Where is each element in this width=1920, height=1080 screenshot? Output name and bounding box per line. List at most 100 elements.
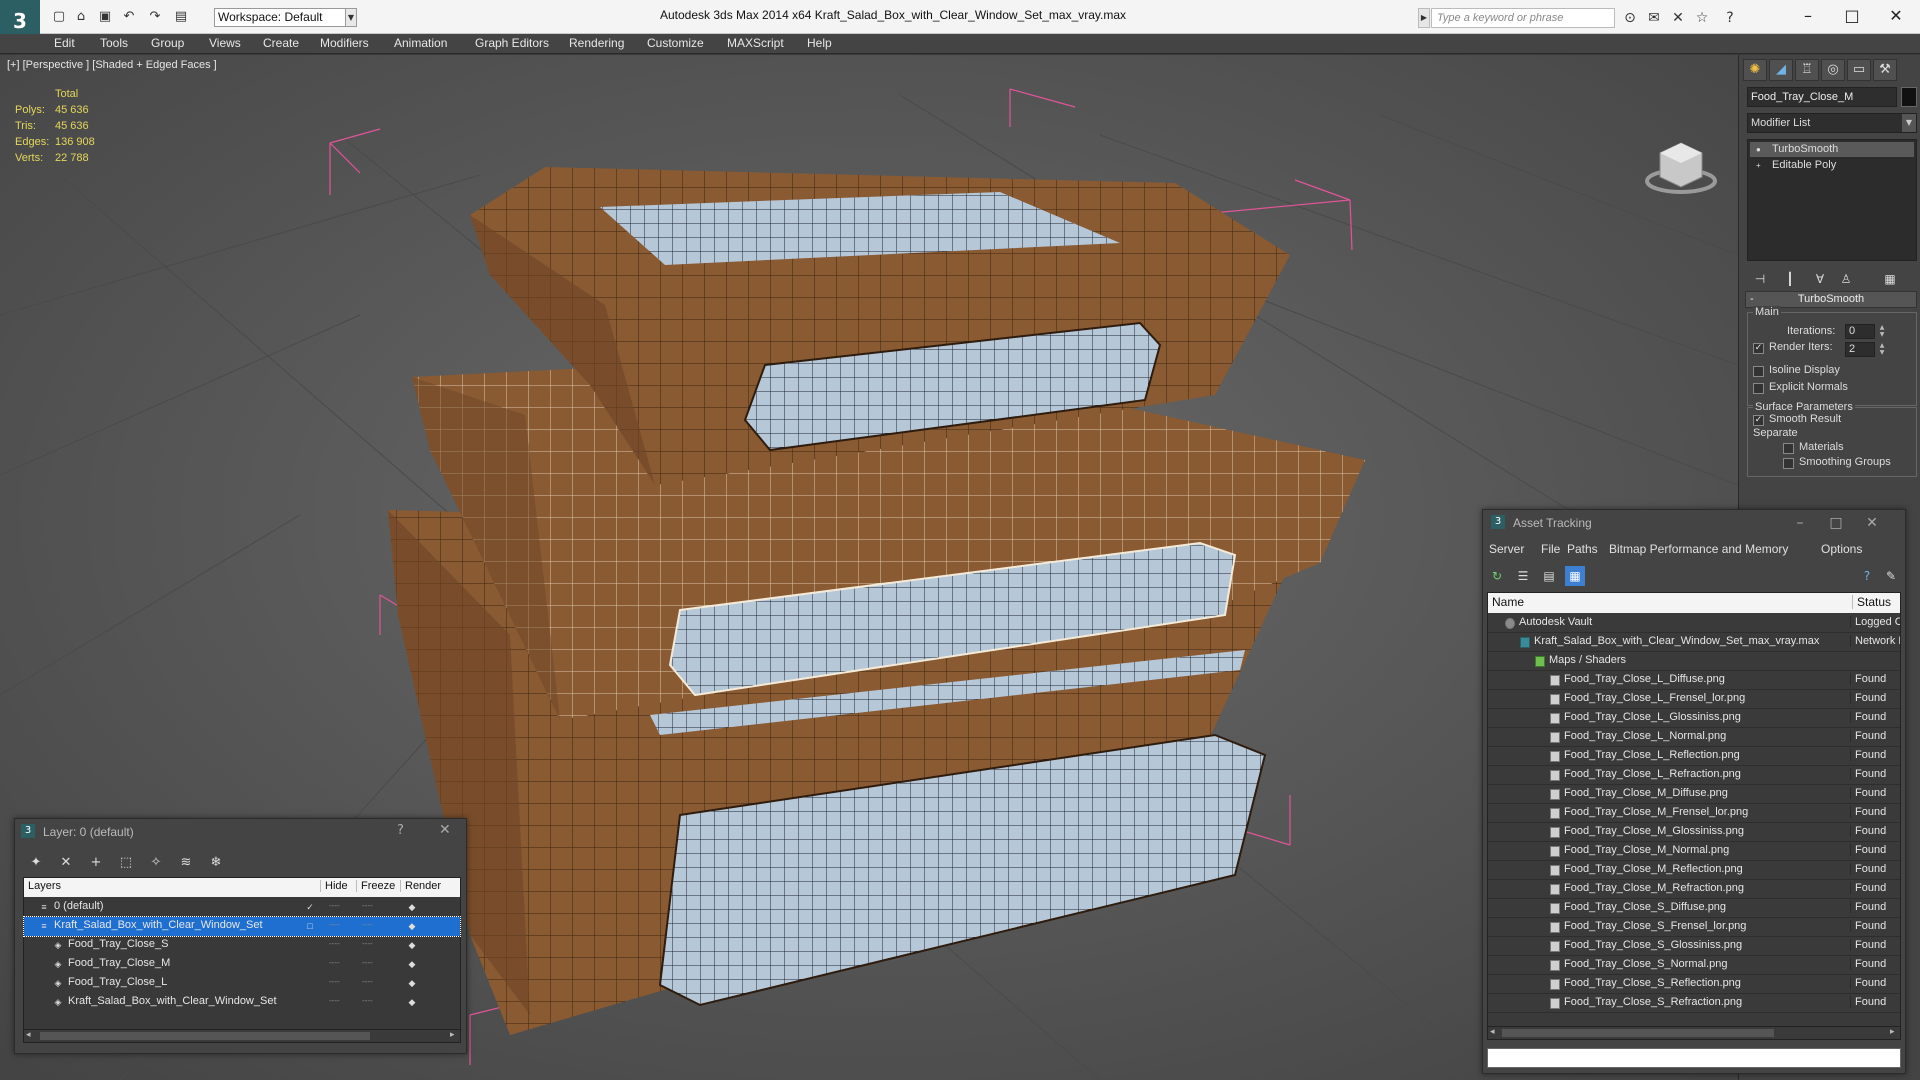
hide-toggle[interactable]: ---- (329, 940, 343, 948)
create-layer-icon[interactable]: ✦ (25, 853, 47, 873)
freeze-toggle[interactable]: ---- (362, 902, 376, 910)
new-scene-icon[interactable]: ▢ (50, 8, 68, 26)
asset-row[interactable]: Food_Tray_Close_M_Frensel_lor.png Found (1488, 804, 1900, 823)
hide-all-layers-icon[interactable]: ≋ (175, 853, 197, 873)
asset-row[interactable]: Maps / Shaders (1488, 652, 1900, 671)
hide-toggle[interactable]: ---- (329, 978, 343, 986)
scrollbar-thumb[interactable] (40, 1032, 370, 1040)
asset-row[interactable]: Food_Tray_Close_M_Diffuse.png Found (1488, 785, 1900, 804)
object-name-field[interactable]: Food_Tray_Close_M (1747, 87, 1897, 107)
close-button[interactable]: ✕ (439, 822, 451, 838)
menu-views[interactable]: Views (209, 36, 241, 50)
add-to-layer-icon[interactable]: + (85, 853, 107, 873)
spinner-arrows-icon[interactable]: ▲ ▼ (1877, 324, 1887, 339)
smooth-result-checkbox[interactable]: ✓ (1753, 415, 1764, 426)
minimize-button[interactable]: – (1788, 4, 1828, 28)
layer-row[interactable]: ◈ Food_Tray_Close_L ---- ---- ◆ (24, 974, 460, 993)
current-layer-check-icon[interactable]: ✓ (304, 901, 316, 913)
select-objects-icon[interactable]: ⬚ (115, 853, 137, 873)
utilities-tab-icon[interactable]: ⚒ (1873, 59, 1897, 81)
asset-row[interactable]: Food_Tray_Close_S_Normal.png Found (1488, 956, 1900, 975)
freeze-all-layers-icon[interactable]: ❄ (205, 853, 227, 873)
hierarchy-tab-icon[interactable]: ♖ (1795, 59, 1819, 81)
asset-row[interactable]: Food_Tray_Close_S_Diffuse.png Found (1488, 899, 1900, 918)
configure-sets-icon[interactable]: ▦ (1879, 270, 1901, 288)
menu-animation[interactable]: Animation (394, 36, 447, 50)
highlight-icon[interactable]: ✎ (1881, 566, 1901, 586)
asset-row[interactable]: Food_Tray_Close_M_Reflection.png Found (1488, 861, 1900, 880)
layer-row[interactable]: ≡ Kraft_Salad_Box_with_Clear_Window_Set □ -… (23, 916, 461, 937)
materials-checkbox[interactable] (1783, 443, 1794, 454)
render-iters-checkbox[interactable]: ✓ (1753, 343, 1764, 354)
smoothing-groups-checkbox[interactable] (1783, 458, 1794, 469)
scroll-right-icon[interactable]: ▸ (450, 1030, 455, 1040)
list-view-icon[interactable]: ☰ (1513, 566, 1533, 586)
menu-graph-editors[interactable]: Graph Editors (475, 36, 549, 50)
render-teapot-icon[interactable]: ◆ (406, 958, 418, 970)
menu-create[interactable]: Create (263, 36, 299, 50)
freeze-toggle[interactable]: ---- (362, 959, 376, 967)
render-teapot-icon[interactable]: ◆ (406, 996, 418, 1008)
spinner-arrows-icon[interactable]: ▲ ▼ (1877, 342, 1887, 357)
viewport-label[interactable]: [+] [Perspective ] [Shaded + Edged Faces… (7, 59, 217, 71)
explicit-normals-checkbox[interactable] (1753, 383, 1764, 394)
scroll-left-icon[interactable]: ◂ (1490, 1027, 1495, 1037)
asset-row[interactable]: Food_Tray_Close_L_Reflection.png Found (1488, 747, 1900, 766)
expand-plus-icon[interactable]: + (1756, 161, 1765, 170)
asset-horizontal-scrollbar[interactable]: ◂ ▸ (1487, 1026, 1901, 1040)
freeze-toggle[interactable]: ---- (362, 997, 376, 1005)
render-teapot-icon[interactable]: ◆ (406, 920, 418, 932)
open-file-icon[interactable]: ⌂ (72, 8, 90, 26)
help-icon[interactable]: ? (1720, 9, 1740, 27)
maximize-button[interactable]: □ (1832, 4, 1872, 28)
menu-group[interactable]: Group (151, 36, 184, 50)
asset-row[interactable]: Food_Tray_Close_S_Reflection.png Found (1488, 975, 1900, 994)
asset-menu-bitmap-performance[interactable]: Bitmap Performance and Memory (1609, 542, 1788, 556)
close-button[interactable]: ✕ (1855, 513, 1889, 533)
layer-row[interactable]: ≡ 0 (default) ✓ ---- ---- ◆ (24, 898, 460, 917)
remove-modifier-icon[interactable]: ♙ (1835, 270, 1857, 288)
menu-edit[interactable]: Edit (54, 36, 75, 50)
column-name-header[interactable]: Name (1492, 595, 1524, 609)
binoculars-icon[interactable]: ⊙ (1620, 9, 1640, 27)
scroll-right-icon[interactable]: ▸ (1890, 1027, 1895, 1037)
stack-item-turbosmooth[interactable]: ● TurboSmooth (1750, 142, 1914, 157)
exchange-apps-icon[interactable]: ✕ (1668, 9, 1688, 27)
asset-menu-server[interactable]: Server (1489, 542, 1524, 556)
project-folder-icon[interactable]: ▤ (172, 8, 190, 26)
asset-row[interactable]: Food_Tray_Close_L_Refraction.png Found (1488, 766, 1900, 785)
render-teapot-icon[interactable]: ◆ (406, 977, 418, 989)
chevron-down-icon[interactable]: ▼ (1902, 114, 1916, 132)
menu-maxscript[interactable]: MAXScript (727, 36, 784, 50)
asset-menu-options[interactable]: Options (1821, 542, 1862, 556)
create-tab-sun-icon[interactable]: ✺ (1743, 59, 1767, 81)
modify-tab-icon[interactable]: ◢ (1769, 59, 1793, 81)
menu-tools[interactable]: Tools (100, 36, 128, 50)
asset-menu-paths[interactable]: Paths (1567, 542, 1598, 556)
asset-row[interactable]: Food_Tray_Close_M_Refraction.png Found (1488, 880, 1900, 899)
iterations-spinner[interactable]: 0 (1845, 324, 1875, 339)
table-view-icon[interactable]: ▦ (1565, 566, 1585, 586)
layer-row[interactable]: ◈ Food_Tray_Close_M ---- ---- ◆ (24, 955, 460, 974)
layer-row[interactable]: ◈ Food_Tray_Close_S ---- ---- ◆ (24, 936, 460, 955)
display-tab-icon[interactable]: ▭ (1847, 59, 1871, 81)
isoline-display-checkbox[interactable] (1753, 366, 1764, 377)
asset-row[interactable]: Food_Tray_Close_S_Refraction.png Found (1488, 994, 1900, 1013)
refresh-icon[interactable]: ↻ (1487, 566, 1507, 586)
asset-row[interactable]: Food_Tray_Close_L_Frensel_lor.png Found (1488, 690, 1900, 709)
freeze-toggle[interactable]: ---- (362, 940, 376, 948)
delete-layer-icon[interactable]: ✕ (55, 853, 77, 873)
search-expand-icon[interactable]: ▶ (1418, 8, 1430, 28)
asset-row[interactable]: Food_Tray_Close_L_Normal.png Found (1488, 728, 1900, 747)
menu-customize[interactable]: Customize (647, 36, 704, 50)
render-iters-spinner[interactable]: 2 (1845, 342, 1875, 357)
minimize-button[interactable]: – (1783, 513, 1817, 533)
layer-horizontal-scrollbar[interactable]: ◂ ▸ (23, 1029, 461, 1043)
hide-toggle[interactable]: ---- (329, 902, 343, 910)
lightbulb-icon[interactable]: ● (1756, 145, 1765, 154)
asset-menu-file[interactable]: File (1541, 542, 1560, 556)
asset-row[interactable]: Food_Tray_Close_S_Glossiniss.png Found (1488, 937, 1900, 956)
freeze-toggle[interactable]: ---- (362, 978, 376, 986)
hide-toggle[interactable]: ---- (329, 959, 343, 967)
highlight-layers-icon[interactable]: ✧ (145, 853, 167, 873)
